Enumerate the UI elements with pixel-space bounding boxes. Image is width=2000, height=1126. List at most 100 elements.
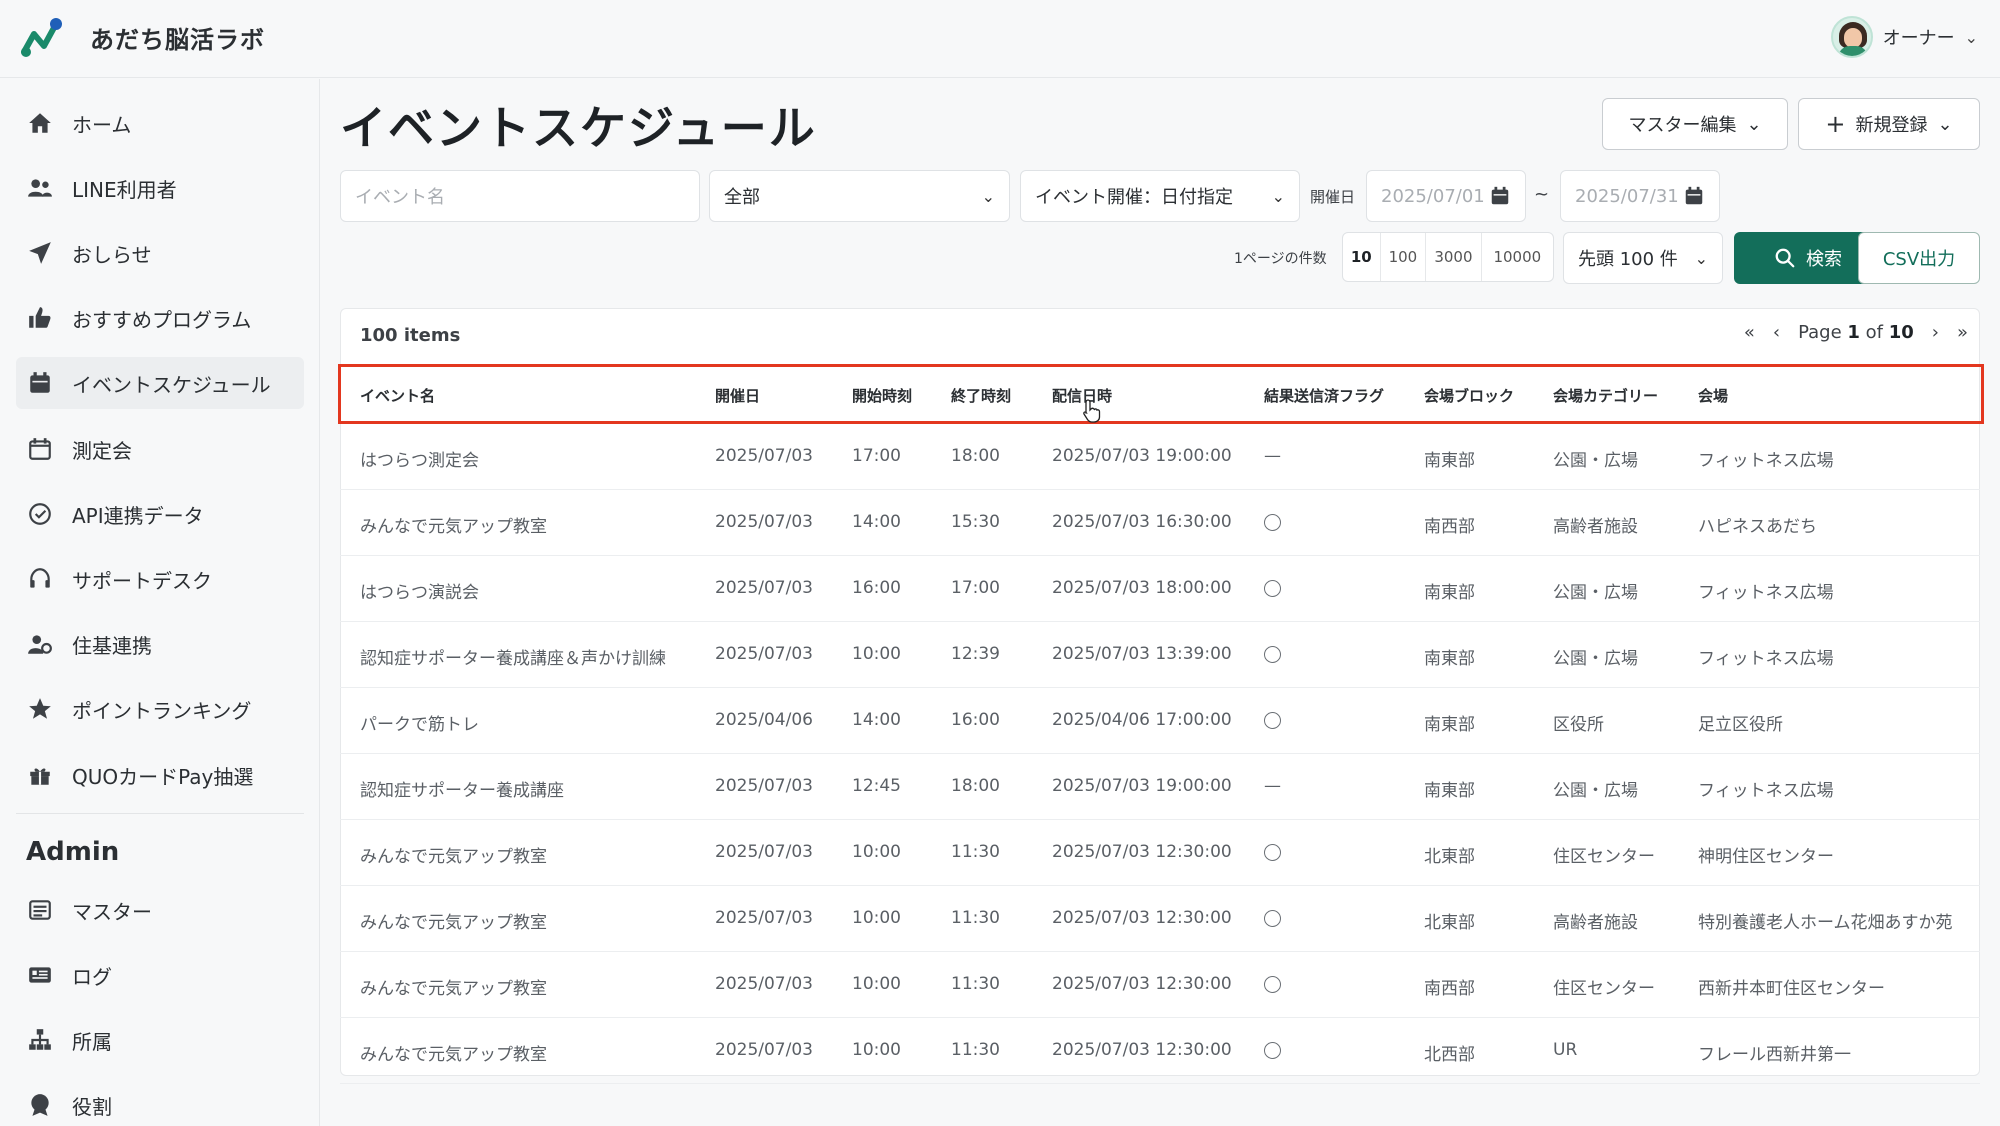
users-icon xyxy=(26,174,54,202)
cell-date: 2025/04/06 xyxy=(715,710,813,730)
date-mode-select[interactable]: イベント開催：日付指定 ⌄ xyxy=(1020,170,1300,222)
cell-result-flag xyxy=(1264,580,1281,602)
paper-plane-icon xyxy=(26,239,54,267)
cell-venue-block: 北東部 xyxy=(1424,847,1475,867)
sidebar-item-support-desk[interactable]: サポートデスク xyxy=(16,553,304,605)
sidebar-item-label: API連携データ xyxy=(72,503,204,528)
per-page-option-10[interactable]: 10 xyxy=(1343,233,1381,281)
cell-venue: フレール西新井第一 xyxy=(1698,1045,1851,1065)
table-row[interactable]: はつらつ演説会 2025/07/03 16:00 17:00 2025/07/03 18… xyxy=(340,556,1980,622)
per-page-option-10000[interactable]: 10000 xyxy=(1482,233,1553,281)
cell-start-time: 10:00 xyxy=(852,1040,901,1060)
last-page-icon[interactable]: » xyxy=(1957,322,1968,343)
column-header-venue-block[interactable]: 会場ブロック xyxy=(1424,385,1514,406)
date-from-input[interactable]: 2025/07/01 xyxy=(1366,170,1526,222)
event-name-placeholder: イベント名 xyxy=(355,187,445,208)
first-page-icon[interactable]: « xyxy=(1744,322,1755,343)
cell-venue: フィットネス広場 xyxy=(1698,649,1834,669)
sidebar-item-notice[interactable]: おしらせ xyxy=(16,227,304,279)
sidebar-item-point-ranking[interactable]: ポイントランキング xyxy=(16,683,304,735)
sidebar-item-log[interactable]: ログ xyxy=(16,949,304,1001)
column-header-result-sent-flag[interactable]: 結果送信済フラグ xyxy=(1264,385,1384,406)
plus-icon: + xyxy=(1825,110,1846,138)
cell-event-name: 認知症サポーター養成講座＆声かけ訓練 xyxy=(360,649,666,669)
sidebar-item-label: ポイントランキング xyxy=(72,698,252,723)
csv-export-label: CSV出力 xyxy=(1882,249,1956,270)
sidebar-item-label: 測定会 xyxy=(72,438,132,463)
column-header-event-name[interactable]: イベント名 xyxy=(360,385,435,406)
table-header: イベント名 開催日 開始時刻 終了時刻 配信日時 結果送信済フラグ 会場ブロック… xyxy=(340,366,1980,424)
event-name-input[interactable]: イベント名 xyxy=(340,170,700,222)
cell-event-name: みんなで元気アップ教室 xyxy=(360,979,547,999)
category-select[interactable]: 全部 ⌄ xyxy=(709,170,1010,222)
date-to-input[interactable]: 2025/07/31 xyxy=(1560,170,1720,222)
sidebar-item-measurement[interactable]: 測定会 xyxy=(16,423,304,475)
app-logo-icon[interactable] xyxy=(18,16,64,60)
date-to-value: 2025/07/31 xyxy=(1575,185,1679,207)
cell-venue-category: 住区センター xyxy=(1553,979,1655,999)
sidebar-item-quo-lottery[interactable]: QUOカードPay抽選 xyxy=(16,749,304,801)
sidebar-item-affiliation[interactable]: 所属 xyxy=(16,1014,304,1066)
hand-cursor-icon xyxy=(1083,399,1101,423)
calendar-icon[interactable] xyxy=(1489,185,1511,207)
sidebar-item-role[interactable]: 役割 xyxy=(16,1079,304,1126)
cell-venue: 足立区役所 xyxy=(1698,715,1783,735)
column-header-end-time[interactable]: 終了時刻 xyxy=(951,385,1011,406)
prev-page-icon[interactable]: ‹ xyxy=(1773,322,1780,343)
table-row[interactable]: みんなで元気アップ教室 2025/07/03 10:00 11:30 2025/07/0… xyxy=(340,886,1980,952)
api-icon xyxy=(26,500,54,528)
sidebar-item-label: LINE利用者 xyxy=(72,177,177,202)
user-menu[interactable]: オーナー ⌄ xyxy=(1830,16,1978,58)
next-page-icon[interactable]: › xyxy=(1932,322,1939,343)
sidebar-item-event-schedule[interactable]: イベントスケジュール xyxy=(16,357,304,409)
column-header-date[interactable]: 開催日 xyxy=(715,385,760,406)
table-row[interactable]: パークで筋トレ 2025/04/06 14:00 16:00 2025/04/06 17… xyxy=(340,688,1980,754)
cell-end-time: 11:30 xyxy=(951,974,1000,994)
table-row[interactable]: みんなで元気アップ教室 2025/07/03 10:00 11:30 2025/07/0… xyxy=(340,952,1980,1018)
table-row[interactable]: みんなで元気アップ教室 2025/07/03 10:00 11:30 2025/07/0… xyxy=(340,820,1980,886)
cell-venue-block: 南東部 xyxy=(1424,583,1475,603)
sidebar-item-master[interactable]: マスター xyxy=(16,884,304,936)
search-icon xyxy=(1775,248,1795,268)
table-row[interactable]: はつらつ測定会 2025/07/03 17:00 18:00 2025/07/03 19… xyxy=(340,424,1980,490)
column-header-venue[interactable]: 会場 xyxy=(1698,385,1728,406)
calendar-outline-icon xyxy=(26,435,54,463)
flag-circle-icon xyxy=(1264,1042,1281,1059)
cell-delivery-datetime: 2025/07/03 19:00:00 xyxy=(1052,446,1232,466)
per-page-option-100[interactable]: 100 xyxy=(1381,233,1427,281)
date-range-tilde: ~ xyxy=(1534,184,1550,205)
sidebar-item-label: QUOカードPay抽選 xyxy=(72,764,254,789)
cell-venue: フィットネス広場 xyxy=(1698,583,1834,603)
column-header-venue-category[interactable]: 会場カテゴリー xyxy=(1553,385,1658,406)
cell-venue: フィットネス広場 xyxy=(1698,451,1834,471)
limit-select[interactable]: 先頭 100 件 ⌄ xyxy=(1563,232,1723,284)
user-name[interactable]: オーナー xyxy=(1883,24,1955,50)
per-page-option-3000[interactable]: 3000 xyxy=(1426,233,1482,281)
table-row[interactable]: みんなで元気アップ教室 2025/07/03 10:00 11:30 2025/07/0… xyxy=(340,1018,1980,1084)
flag-circle-icon xyxy=(1264,910,1281,927)
star-icon xyxy=(26,695,54,723)
table-row[interactable]: 認知症サポーター養成講座＆声かけ訓練 2025/07/03 10:00 12:39 20… xyxy=(340,622,1980,688)
cell-venue-block: 南東部 xyxy=(1424,451,1475,471)
cell-end-time: 17:00 xyxy=(951,578,1000,598)
sidebar-item-recommended[interactable]: おすすめプログラム xyxy=(16,292,304,344)
page-title: イベントスケジュール xyxy=(340,101,817,155)
table-row[interactable]: 認知症サポーター養成講座 2025/07/03 12:45 18:00 2025/07/… xyxy=(340,754,1980,820)
new-register-button[interactable]: + 新規登録 ⌄ xyxy=(1798,98,1980,150)
column-header-start-time[interactable]: 開始時刻 xyxy=(852,385,912,406)
master-edit-button[interactable]: マスター編集 ⌄ xyxy=(1602,98,1788,150)
sidebar-item-line-users[interactable]: LINE利用者 xyxy=(16,162,304,214)
avatar[interactable] xyxy=(1830,16,1873,58)
cell-result-flag xyxy=(1264,514,1281,536)
cell-delivery-datetime: 2025/07/03 19:00:00 xyxy=(1052,776,1232,796)
table-row[interactable]: みんなで元気アップ教室 2025/07/03 14:00 15:30 2025/07/0… xyxy=(340,490,1980,556)
calendar-icon[interactable] xyxy=(1683,185,1705,207)
sidebar-item-resident-link[interactable]: 住基連携 xyxy=(16,618,304,670)
sidebar-item-api-data[interactable]: API連携データ xyxy=(16,488,304,540)
cell-venue: 西新井本町住区センター xyxy=(1698,979,1885,999)
chevron-down-icon[interactable]: ⌄ xyxy=(1965,28,1978,47)
cell-delivery-datetime: 2025/07/03 12:30:00 xyxy=(1052,842,1232,862)
csv-export-button[interactable]: CSV出力 xyxy=(1858,232,1980,284)
sidebar-item-home[interactable]: ホーム xyxy=(16,97,304,149)
cell-event-name: みんなで元気アップ教室 xyxy=(360,517,547,537)
